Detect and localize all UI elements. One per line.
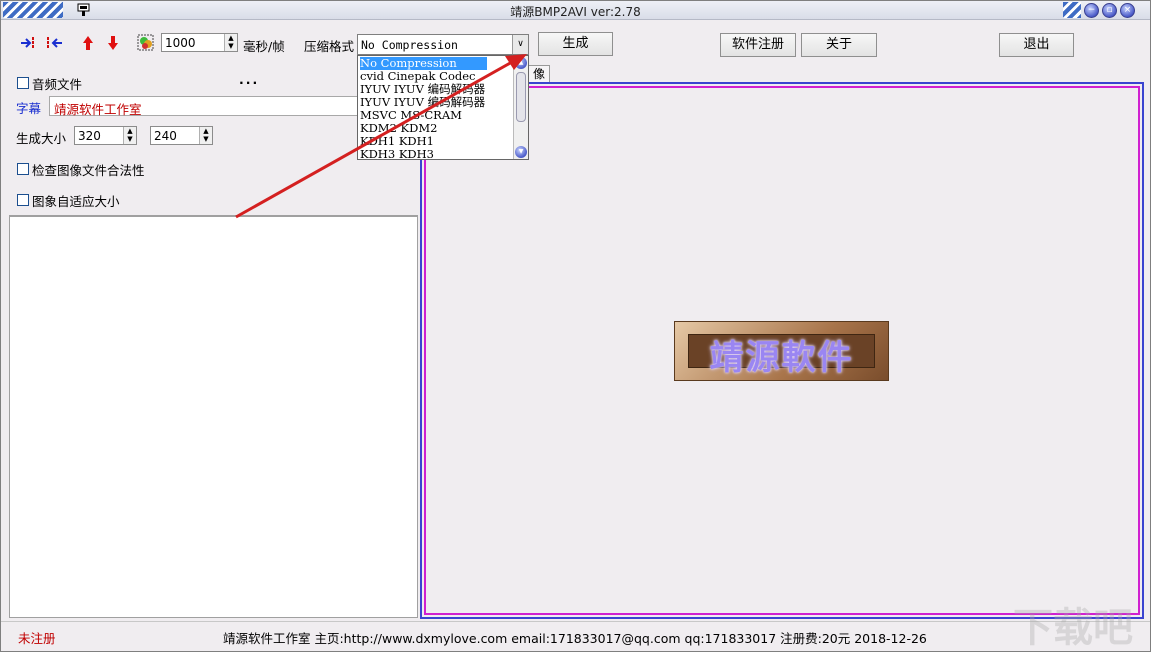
dropdown-option[interactable]: KDH3 KDH3 [360,148,434,161]
frame-interval-unit: 毫秒/帧 [243,39,285,54]
maximize-icon[interactable]: ▫ [1102,3,1117,18]
window-title: 靖源BMP2AVI ver:2.78 [510,5,641,19]
add-files-icon[interactable] [20,35,38,53]
registration-status: 未注册 [18,631,56,646]
audio-browse-button[interactable]: ... [239,72,259,87]
move-up-icon[interactable] [79,35,97,53]
auto-fit-label: 图象自适应大小 [32,194,120,209]
register-button[interactable]: 软件注册 [720,33,796,57]
output-width-value: 320 [78,129,101,143]
subtitle-input[interactable]: 靖源软件工作室 [49,96,359,117]
image-file-list[interactable] [9,215,418,618]
remove-files-icon[interactable] [45,35,63,53]
move-down-icon[interactable] [104,35,122,53]
output-height-input[interactable]: 240 ▲ ▼ [150,126,213,145]
minimize-icon[interactable]: − [1084,3,1099,18]
title-bar: 靖源BMP2AVI ver:2.78 − ▫ × [1,1,1150,20]
dropdown-scrollbar[interactable]: ▲ ▼ [513,56,528,159]
check-validity-label: 检查图像文件合法性 [32,163,145,178]
app-window: 靖源BMP2AVI ver:2.78 − ▫ × 1000 ▲ ▼ 毫秒/帧 压缩… [0,0,1151,652]
brand-logo-text: 靖源軟件 [709,338,854,378]
compress-format-value: No Compression [361,38,458,52]
audio-file-checkbox[interactable] [17,77,29,89]
title-stripes-decoration-right [1063,2,1081,18]
frame-interval-stepper[interactable]: ▲ ▼ [224,34,237,51]
frame-interval-value: 1000 [165,36,196,50]
compress-format-select[interactable]: No Compression ∨ [357,34,529,55]
compress-format-dropdown[interactable]: No Compression cvid Cinepak Codec IYUV I… [357,55,529,161]
output-width-input[interactable]: 320 ▲ ▼ [74,126,137,145]
tab-image-preview[interactable]: 像 [528,65,550,83]
scroll-down-icon[interactable]: ▼ [515,146,527,158]
chevron-down-icon[interactable]: ∨ [512,35,528,54]
output-height-value: 240 [154,129,177,143]
about-button[interactable]: 关于 [801,33,877,57]
compress-format-label: 压缩格式 [304,39,355,54]
subtitle-label: 字幕 [16,101,42,116]
status-bar: 未注册 靖源软件工作室 主页:http://www.dxmylove.com e… [1,621,1150,651]
contact-info: 靖源软件工作室 主页:http://www.dxmylove.com email… [223,631,927,646]
watermark-logo: 下载吧 [1013,605,1133,651]
auto-fit-checkbox[interactable] [17,194,29,206]
image-settings-icon[interactable] [137,34,155,52]
output-width-stepper[interactable]: ▲ ▼ [123,127,136,144]
subtitle-value: 靖源软件工作室 [54,102,142,117]
check-validity-checkbox[interactable] [17,163,29,175]
brand-logo: 靖源軟件 [674,321,889,381]
close-icon[interactable]: × [1120,3,1135,18]
exit-button[interactable]: 退出 [999,33,1074,57]
scroll-up-icon[interactable]: ▲ [515,57,527,69]
audio-file-label: 音频文件 [32,77,83,92]
output-size-label: 生成大小 [16,131,67,146]
scrollbar-thumb[interactable] [516,72,526,122]
output-height-stepper[interactable]: ▲ ▼ [199,127,212,144]
generate-button[interactable]: 生成 [538,32,613,56]
frame-interval-input[interactable]: 1000 ▲ ▼ [161,33,238,52]
